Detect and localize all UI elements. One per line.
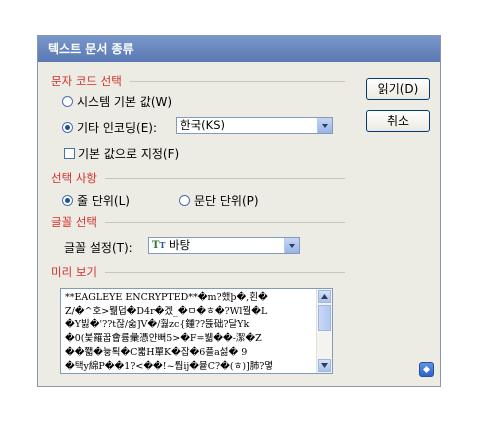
other-encoding-label: 기타 인코딩(E): <box>77 121 158 135</box>
font-section-title: 글꼴 선택 <box>51 215 345 229</box>
preview-line: Z/�^호>뭶덥�D4r�겠_�ㅁ�ㅎ�?Wl뭘�L <box>65 305 268 317</box>
read-button[interactable]: 읽기(D) <box>366 78 430 100</box>
preview-line: �택y綿P��1?<��!~뤕ij�뮽C?�(ㅎ)]肺?몋 <box>65 360 274 372</box>
set-default-checkbox[interactable]: 기본 값으로 지정(F) <box>64 145 179 162</box>
line-unit-label: 줄 단위(L) <box>77 194 130 208</box>
encoding-section-title: 문자 코드 선택 <box>51 74 345 88</box>
text-document-type-dialog: 텍스트 문서 종류 문자 코드 선택 시스템 기본 값(W) 기타 인코딩(E)… <box>37 35 441 387</box>
truetype-icon: TT <box>152 240 166 251</box>
system-default-radio[interactable]: 시스템 기본 값(W) <box>62 93 172 110</box>
preview-scrollbar[interactable] <box>316 289 332 373</box>
preview-section-title: 미리 보기 <box>51 265 345 279</box>
preview-line: �Y빓�'??t잖/숣]V�/훯zc{鍾??뜑础?달Yk <box>65 319 250 331</box>
section-divider <box>104 221 345 223</box>
preview-box[interactable]: **EAGLEYE ENCRYPTED**�m?했þ�,횐� Z/�^호>뭶덥�… <box>60 288 333 374</box>
section-divider <box>129 80 345 82</box>
radio-circle <box>179 195 190 206</box>
section-divider <box>104 271 345 273</box>
radio-circle-selected <box>62 195 73 206</box>
scroll-down-icon[interactable] <box>318 359 331 372</box>
line-unit-radio[interactable]: 줄 단위(L) <box>62 192 130 209</box>
font-select[interactable]: TT 바탕 <box>148 237 300 254</box>
chevron-down-icon[interactable] <box>317 118 332 133</box>
scroll-thumb[interactable] <box>318 305 331 331</box>
chevron-down-icon[interactable] <box>284 238 299 253</box>
paragraph-unit-radio[interactable]: 문단 단위(P) <box>179 192 259 209</box>
encoding-select-value: 한국(KS) <box>180 118 225 132</box>
scroll-up-icon[interactable] <box>318 290 331 303</box>
preview-text: **EAGLEYE ENCRYPTED**�m?했þ�,횐� Z/�^호>뭶덥�… <box>65 291 314 373</box>
preview-line: ��쫿�늏퇵�C뿗H單K�잡�6플a섫� 9 <box>65 346 248 358</box>
cancel-button[interactable]: 취소 <box>366 110 430 132</box>
radio-circle <box>62 96 73 107</box>
font-setting-label: 글꼴 설정(T): <box>64 241 133 255</box>
system-default-label: 시스템 기본 값(W) <box>77 95 173 109</box>
radio-circle-selected <box>62 122 73 133</box>
paragraph-unit-label: 문단 단위(P) <box>194 194 259 208</box>
other-encoding-radio[interactable]: 기타 인코딩(E): <box>62 119 157 136</box>
checkbox-box <box>64 148 75 159</box>
set-default-label: 기본 값으로 지정(F) <box>78 147 180 161</box>
selection-section-title: 선택 사항 <box>51 171 345 185</box>
section-divider <box>104 177 345 179</box>
dialog-title: 텍스트 문서 종류 <box>38 36 440 62</box>
font-select-value: 바탕 <box>169 238 191 252</box>
encoding-select[interactable]: 한국(KS) <box>176 117 333 134</box>
help-icon[interactable] <box>419 362 434 377</box>
preview-line: �0(붗羅꿉會륨彙憑얀뻐5>�F=뷃��-潔�Z <box>65 333 262 345</box>
preview-line: **EAGLEYE ENCRYPTED**�m?했þ�,횐� <box>65 292 268 303</box>
